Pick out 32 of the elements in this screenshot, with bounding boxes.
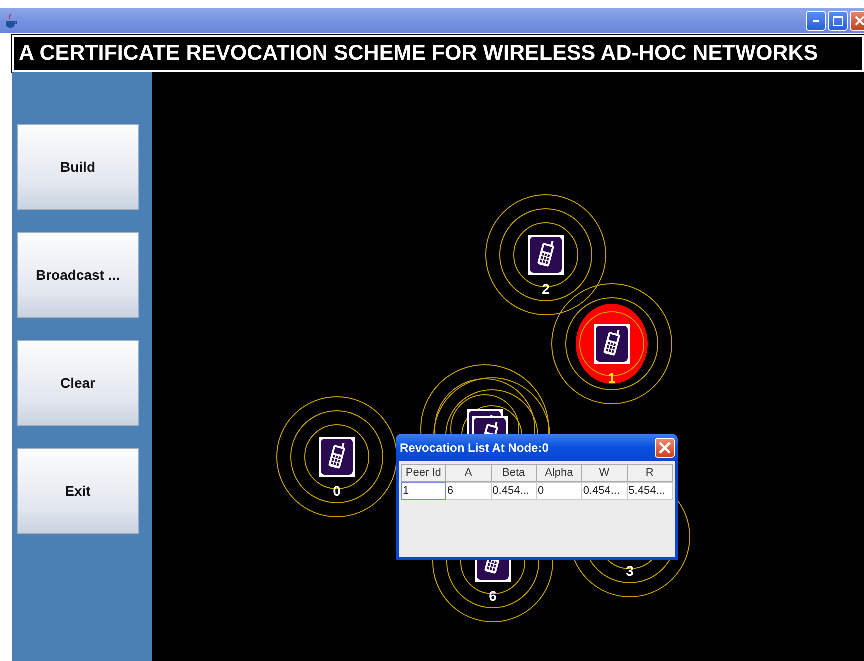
column-header[interactable]: R	[628, 464, 673, 482]
phone-icon	[475, 560, 511, 582]
table-cell: 0.454...	[582, 482, 628, 500]
column-header[interactable]: Peer Id	[401, 464, 446, 482]
maximize-icon	[833, 16, 843, 26]
table-cell: 0	[536, 482, 582, 500]
sidebar-button[interactable]: Build	[17, 124, 139, 210]
phone-icon	[528, 235, 564, 275]
minimize-button[interactable]	[806, 10, 826, 30]
close-button[interactable]	[655, 438, 675, 458]
dialog-title: Revocation List At Node:0	[400, 440, 549, 454]
column-header[interactable]: W	[582, 464, 628, 482]
close-button[interactable]	[850, 10, 864, 30]
sidebar-button[interactable]: Exit	[17, 448, 139, 534]
table-cell: 0.454...	[492, 482, 537, 500]
column-header[interactable]: A	[446, 464, 492, 482]
minimize-icon	[813, 20, 819, 22]
table-cell: 5.454...	[628, 482, 673, 500]
phone-icon	[472, 416, 508, 434]
table-cell: 6	[446, 482, 492, 500]
sidebar-button[interactable]: Clear	[17, 340, 139, 426]
maximize-button[interactable]	[828, 10, 848, 30]
cup-icon	[4, 12, 18, 28]
phone-icon	[594, 324, 630, 364]
sidebar-button[interactable]: Broadcast ...	[17, 232, 139, 318]
phone-icon	[319, 437, 355, 477]
close-icon	[855, 16, 864, 26]
column-header[interactable]: Beta	[492, 464, 537, 482]
column-header[interactable]: Alpha	[536, 464, 582, 482]
close-icon	[659, 442, 671, 454]
table-cell: 1	[401, 482, 446, 500]
app-title: A CERTIFICATE REVOCATION SCHEME FOR WIRELESS AD-HOC NETWORKS	[12, 35, 864, 72]
